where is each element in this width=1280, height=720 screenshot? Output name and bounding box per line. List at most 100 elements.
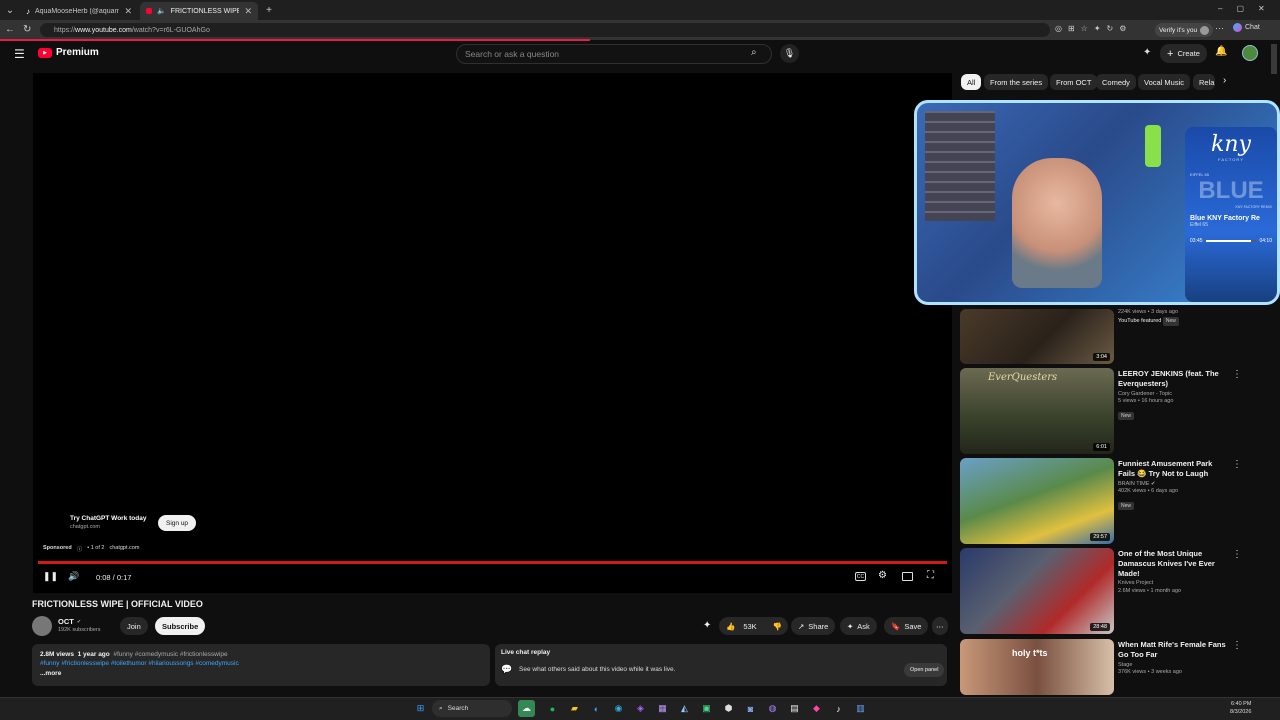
back-icon[interactable]: ← bbox=[5, 24, 15, 35]
app-icon[interactable]: ◍ bbox=[764, 700, 781, 717]
tab-list-chevron-icon[interactable]: ⌄ bbox=[4, 4, 16, 16]
now-playing-card: kny FACTORY EIFFEL 65 BLUE KNY FACTORY R… bbox=[1185, 127, 1277, 302]
browser-icon[interactable]: ◉ bbox=[610, 700, 627, 717]
rec-info-2[interactable]: Funniest Amusement Park Fails 😂 Try Not … bbox=[1118, 459, 1228, 510]
taskbar-search[interactable]: ⌕ Search bbox=[432, 700, 512, 717]
open-panel-button[interactable]: Open panel bbox=[904, 663, 945, 677]
rec-menu-icon[interactable]: ⋮ bbox=[1232, 549, 1242, 560]
search-icon[interactable]: ⌕ bbox=[751, 47, 757, 58]
progress-played[interactable] bbox=[38, 561, 947, 564]
rec-thumbnail-1[interactable]: EverQuesters 6:01 bbox=[960, 368, 1114, 454]
rec-thumbnail-4[interactable]: holy t*ts bbox=[960, 639, 1114, 695]
hashtags-top[interactable]: #funny #comedymusic #frictionlesswipe bbox=[113, 651, 227, 658]
rec-thumbnail-2[interactable]: 29:57 bbox=[960, 458, 1114, 544]
taskbar-search-label: Search bbox=[447, 705, 469, 712]
ai-summary-icon[interactable]: ✦ bbox=[703, 620, 711, 631]
rec-thumbnail-0[interactable]: 3:04 bbox=[960, 309, 1114, 364]
miniplayer-icon[interactable] bbox=[902, 572, 913, 581]
rec-info-3[interactable]: One of the Most Unique Damascus Knives I… bbox=[1118, 549, 1228, 596]
rec-menu-icon[interactable]: ⋮ bbox=[1232, 459, 1242, 470]
copilot-chat-button[interactable]: Chat bbox=[1233, 23, 1260, 32]
app-icon[interactable]: ◈ bbox=[632, 700, 649, 717]
ad-signup-button[interactable]: Sign up bbox=[158, 515, 197, 531]
channel-avatar[interactable] bbox=[32, 616, 52, 636]
chip-all[interactable]: All bbox=[961, 74, 982, 90]
address-bar[interactable]: https://www.youtube.com/watch?v=r6L-GUOA… bbox=[40, 23, 1050, 37]
speaker-icon[interactable]: 🔈 bbox=[157, 7, 166, 15]
more-actions-icon[interactable]: ⋯ bbox=[932, 617, 948, 635]
description-box[interactable]: 2.8M views 1 year ago #funny #comedymusi… bbox=[32, 644, 490, 686]
app-icon[interactable]: ⬢ bbox=[720, 700, 737, 717]
app-icon[interactable]: ▤ bbox=[786, 700, 803, 717]
rec-info-1[interactable]: LEEROY JENKINS (feat. The Everquesters) … bbox=[1118, 369, 1228, 420]
rec-info-4[interactable]: When Matt Rife's Female Fans Go Too Far … bbox=[1118, 640, 1228, 677]
edge-icon[interactable]: ◐ bbox=[588, 700, 605, 717]
tiktok-icon[interactable]: ♪ bbox=[830, 700, 847, 717]
dislike-icon[interactable]: 👎 bbox=[773, 622, 782, 631]
chip-from-oct[interactable]: From OCT bbox=[1050, 74, 1098, 90]
app-icon[interactable]: ▥ bbox=[852, 700, 869, 717]
chip-vocal-music[interactable]: Vocal Music bbox=[1138, 74, 1191, 90]
chip-from-series[interactable]: From the series bbox=[984, 74, 1049, 90]
like-count[interactable]: 53K bbox=[743, 622, 756, 631]
rec-info-0[interactable]: 224K views • 3 days ago YouTube featured… bbox=[1118, 309, 1228, 326]
channel-info: OCT ✔ 192K subscribers bbox=[58, 617, 101, 633]
more-link[interactable]: ...more bbox=[40, 669, 482, 678]
window-controls[interactable]: –▢✕ bbox=[1218, 4, 1279, 13]
notifications-bell-icon[interactable]: 🔔 bbox=[1215, 46, 1227, 57]
start-icon[interactable]: ⊞ bbox=[412, 700, 429, 717]
save-button[interactable]: 🔖 Save bbox=[884, 617, 929, 635]
system-clock[interactable]: 6:40 PM 8/3/2026 bbox=[1230, 700, 1251, 717]
ai-sparkle-icon[interactable]: ✦ bbox=[1143, 47, 1151, 58]
info-icon[interactable]: ⓘ bbox=[77, 545, 83, 553]
close-tab-icon[interactable]: ✕ bbox=[244, 6, 252, 17]
microphone-icon[interactable]: 🎙 bbox=[780, 44, 799, 63]
search-input[interactable]: Search or ask a question bbox=[456, 44, 772, 64]
verified-icon: ✔ bbox=[76, 618, 82, 625]
app-icon[interactable]: ◆ bbox=[808, 700, 825, 717]
hamburger-menu-icon[interactable]: ☰ bbox=[14, 47, 25, 61]
share-button[interactable]: ↗ Share bbox=[791, 617, 836, 635]
ask-button[interactable]: ✦ Ask bbox=[840, 617, 877, 635]
spotify-icon[interactable]: ● bbox=[544, 700, 561, 717]
refresh-icon[interactable]: ↻ bbox=[23, 24, 31, 35]
channel-name[interactable]: OCT bbox=[58, 617, 74, 626]
hashtags[interactable]: #funny #frictionlesswipe #toilethumor #h… bbox=[40, 659, 482, 668]
account-avatar[interactable] bbox=[1242, 45, 1258, 61]
view-count: 2.8M views bbox=[40, 651, 74, 658]
like-icon[interactable]: 👍 bbox=[726, 622, 735, 631]
volume-icon[interactable]: 🔊 bbox=[68, 571, 79, 582]
subscriber-count: 192K subscribers bbox=[58, 627, 101, 633]
pause-icon[interactable]: ❚❚ bbox=[43, 571, 58, 582]
chip-related[interactable]: Rela bbox=[1193, 74, 1215, 90]
duration-badge: 6:01 bbox=[1093, 443, 1110, 451]
chips-next-chevron-icon[interactable]: › bbox=[1223, 75, 1226, 86]
pip-miniplayer[interactable]: kny FACTORY EIFFEL 65 BLUE KNY FACTORY R… bbox=[914, 100, 1280, 305]
close-tab-icon[interactable]: ✕ bbox=[124, 6, 132, 17]
file-explorer-icon[interactable]: ▰ bbox=[566, 700, 583, 717]
rec-menu-icon[interactable]: ⋮ bbox=[1232, 640, 1242, 651]
menu-dots-icon[interactable]: ⋯ bbox=[1215, 23, 1224, 34]
captions-icon[interactable]: CC bbox=[855, 572, 866, 581]
chip-comedy[interactable]: Comedy bbox=[1096, 74, 1136, 90]
rec-menu-icon[interactable]: ⋮ bbox=[1232, 369, 1242, 380]
steam-icon[interactable]: ◭ bbox=[676, 700, 693, 717]
settings-gear-icon[interactable]: ⚙ bbox=[878, 570, 887, 581]
verify-button[interactable]: Verify it's you bbox=[1155, 23, 1214, 37]
fullscreen-icon[interactable]: ⛶ bbox=[927, 570, 934, 581]
rec-thumbnail-3[interactable]: 28:48 bbox=[960, 548, 1114, 634]
youtube-logo[interactable]: ▶ Premium bbox=[38, 47, 99, 58]
camera-icon[interactable]: ◙ bbox=[742, 700, 759, 717]
subscribe-button[interactable]: Subscribe bbox=[155, 617, 206, 635]
toolbar-extension-icons[interactable]: ◎⊞☆✦↻⚙ bbox=[1055, 24, 1132, 33]
tab-tiktok[interactable]: ♪ AquaMooseHerb (@aquamooseh... ✕ bbox=[20, 2, 138, 20]
ad-domain-link[interactable]: chatgpt.com bbox=[109, 545, 139, 553]
join-button[interactable]: Join bbox=[120, 617, 148, 635]
scrollbar[interactable] bbox=[1271, 44, 1277, 74]
new-tab-icon[interactable]: + bbox=[263, 4, 275, 16]
app-grid-icon[interactable]: ▦ bbox=[654, 700, 671, 717]
create-button[interactable]: + Create bbox=[1160, 44, 1207, 63]
widgets-icon[interactable]: ☁ bbox=[518, 700, 535, 717]
tab-youtube[interactable]: 🔈 FRICTIONLESS WIPE | OFFICIA ✕ bbox=[140, 2, 258, 20]
app-icon[interactable]: ▣ bbox=[698, 700, 715, 717]
